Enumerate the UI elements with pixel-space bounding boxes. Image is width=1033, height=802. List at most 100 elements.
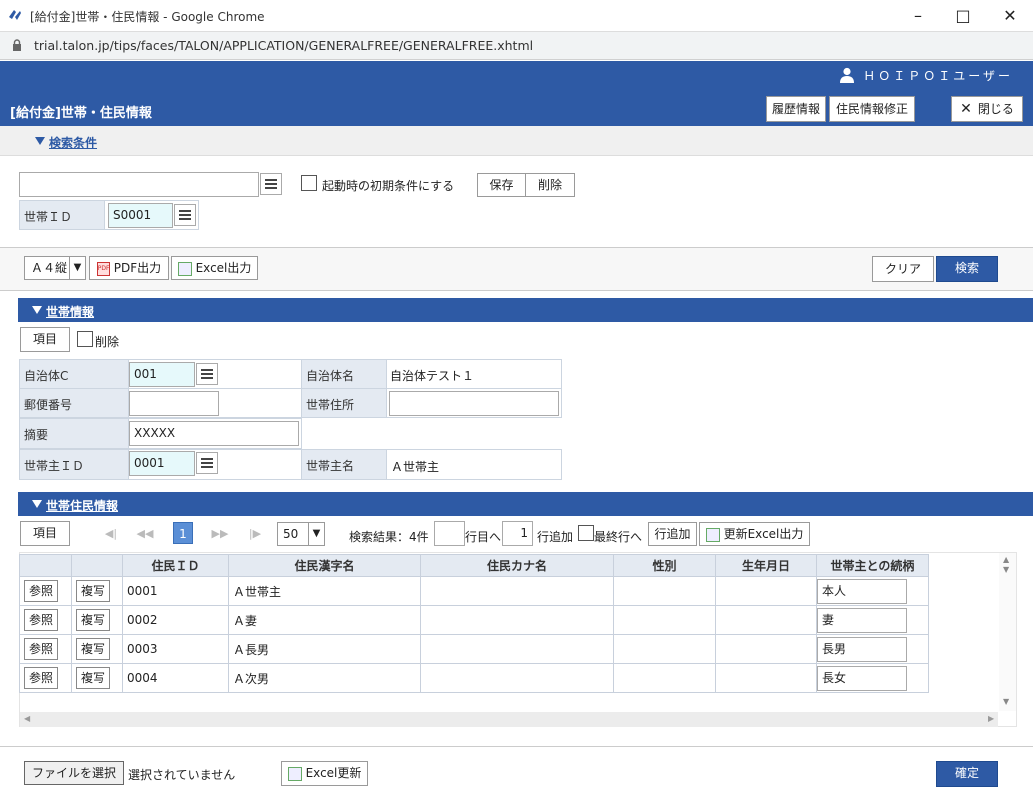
municipality-list-icon[interactable]: [196, 363, 218, 385]
scroll-up-icon[interactable]: ▲: [1003, 555, 1009, 564]
column-header[interactable]: 住民カナ名: [420, 554, 614, 577]
pdf-export-button[interactable]: PDF PDF出力: [89, 256, 169, 280]
maximize-button[interactable]: □: [940, 0, 986, 32]
scroll-bottom-icon[interactable]: ▼: [1003, 697, 1009, 706]
municipality-code-label: 自治体C: [19, 359, 129, 389]
table-row: 参照 複写 0004 Ａ次男 長女: [19, 663, 929, 693]
reference-button[interactable]: 参照: [24, 580, 58, 602]
scroll-down-icon[interactable]: ▼: [1003, 565, 1009, 574]
relation-input[interactable]: 長女: [817, 665, 907, 691]
column-header[interactable]: 住民ＩＤ: [122, 554, 229, 577]
confirm-button[interactable]: 確定: [936, 761, 998, 787]
result-count: 検索結果：4件: [349, 530, 429, 544]
postal-code-label: 郵便番号: [19, 388, 129, 418]
add-count-input[interactable]: 1: [502, 521, 533, 546]
excel-update-button[interactable]: Excel更新: [281, 761, 368, 786]
address-input[interactable]: [389, 391, 559, 416]
head-id-list-icon[interactable]: [196, 452, 218, 474]
household-id-label: 世帯ＩＤ: [19, 200, 105, 230]
residents-items-button[interactable]: 項目: [20, 521, 70, 546]
excel-icon: [177, 261, 192, 276]
last-row-label: 最終行へ: [594, 530, 643, 544]
head-name-value: Ａ世帯主: [386, 449, 562, 480]
delete-condition-button[interactable]: 削除: [525, 173, 575, 197]
reference-button[interactable]: 参照: [24, 609, 58, 631]
goto-row-input[interactable]: [434, 521, 465, 546]
residents-section-header[interactable]: 世帯住民情報: [18, 492, 1033, 516]
minimize-button[interactable]: –: [895, 0, 941, 32]
relation-input[interactable]: 本人: [817, 578, 907, 604]
relation-input[interactable]: 妻: [817, 607, 907, 633]
resident-kana: [420, 576, 614, 606]
page-size-select[interactable]: 50 ▼: [277, 522, 325, 546]
copy-button[interactable]: 複写: [76, 667, 110, 689]
resident-birth: [715, 663, 817, 693]
household-id-input[interactable]: S0001: [108, 203, 173, 228]
horizontal-scrollbar[interactable]: ◀ ▶: [20, 712, 998, 727]
column-header[interactable]: 生年月日: [715, 554, 817, 577]
condition-list-icon[interactable]: [260, 173, 282, 195]
pdf-export-label: PDF出力: [113, 261, 162, 275]
excel-export-button[interactable]: Excel出力: [171, 256, 258, 280]
reference-button[interactable]: 参照: [24, 667, 58, 689]
household-id-list-icon[interactable]: [174, 204, 196, 226]
clear-button[interactable]: クリア: [872, 256, 934, 282]
file-select-button[interactable]: ファイルを選択: [24, 761, 124, 785]
default-condition-checkbox[interactable]: [301, 175, 317, 191]
search-condition-input[interactable]: [19, 172, 259, 197]
last-page-icon[interactable]: |▶: [242, 523, 268, 545]
household-delete-checkbox[interactable]: [77, 331, 93, 347]
close-icon: ✕: [960, 101, 972, 117]
resident-sex: [613, 634, 716, 664]
vertical-scrollbar[interactable]: ▲ ▼ ▼: [999, 553, 1016, 711]
address-label: 世帯住所: [301, 388, 387, 418]
copy-button[interactable]: 複写: [76, 609, 110, 631]
current-page[interactable]: 1: [173, 522, 193, 544]
column-header[interactable]: 性別: [613, 554, 716, 577]
paper-size-select[interactable]: Ａ４縦 ▼: [24, 256, 86, 280]
add-row-button[interactable]: 行追加: [648, 522, 697, 546]
resident-kana: [420, 663, 614, 693]
relation-input[interactable]: 長男: [817, 636, 907, 662]
update-excel-export-button[interactable]: 更新Excel出力: [699, 522, 810, 546]
collapse-triangle-icon: [35, 137, 45, 145]
postal-code-input[interactable]: [129, 391, 219, 416]
default-condition-label: 起動時の初期条件にする: [322, 179, 455, 193]
history-button[interactable]: 履歴情報: [766, 96, 826, 122]
next-page-icon[interactable]: ▶▶: [207, 523, 233, 545]
prev-page-icon[interactable]: ◀◀: [132, 523, 158, 545]
household-items-button[interactable]: 項目: [20, 327, 70, 352]
resident-kanji: Ａ妻: [228, 605, 421, 635]
residents-table: 住民ＩＤ 住民漢字名 住民カナ名 性別 生年月日 世帯主との続柄 参照 複写 0…: [19, 554, 929, 693]
head-id-input[interactable]: 0001: [129, 451, 195, 476]
table-header-row: 住民ＩＤ 住民漢字名 住民カナ名 性別 生年月日 世帯主との続柄: [19, 554, 929, 577]
resident-id: 0004: [122, 663, 229, 693]
edit-resident-button[interactable]: 住民情報修正: [829, 96, 915, 122]
app-icon: [9, 10, 21, 20]
add-count-label: 行追加: [537, 530, 574, 544]
window-titlebar: [給付金]世帯・住民情報 - Google Chrome – □ ✕: [0, 0, 1033, 32]
divider: [0, 746, 1033, 747]
search-button[interactable]: 検索: [936, 256, 998, 282]
last-row-checkbox[interactable]: [578, 525, 594, 541]
resident-birth: [715, 605, 817, 635]
address-bar[interactable]: trial.talon.jp/tips/faces/TALON/APPLICAT…: [0, 32, 1033, 60]
reference-button[interactable]: 参照: [24, 638, 58, 660]
close-button[interactable]: ✕ 閉じる: [951, 96, 1023, 122]
column-header[interactable]: 世帯主との続柄: [816, 554, 929, 577]
save-button[interactable]: 保存: [477, 173, 526, 197]
first-page-icon[interactable]: ◀|: [98, 523, 124, 545]
copy-button[interactable]: 複写: [76, 580, 110, 602]
divider: [0, 290, 1033, 291]
scroll-right-icon[interactable]: ▶: [988, 714, 994, 723]
household-section-header[interactable]: 世帯情報: [18, 298, 1033, 322]
summary-input[interactable]: XXXXX: [129, 421, 299, 446]
resident-birth: [715, 634, 817, 664]
copy-button[interactable]: 複写: [76, 638, 110, 660]
user-menu[interactable]: ＨＯＩＰＯＩユーザー: [840, 67, 1013, 84]
scroll-left-icon[interactable]: ◀: [24, 714, 30, 723]
close-window-button[interactable]: ✕: [987, 0, 1033, 32]
search-section-header[interactable]: 検索条件: [0, 126, 1033, 156]
column-header[interactable]: 住民漢字名: [228, 554, 421, 577]
municipality-code-input[interactable]: 001: [129, 362, 195, 387]
